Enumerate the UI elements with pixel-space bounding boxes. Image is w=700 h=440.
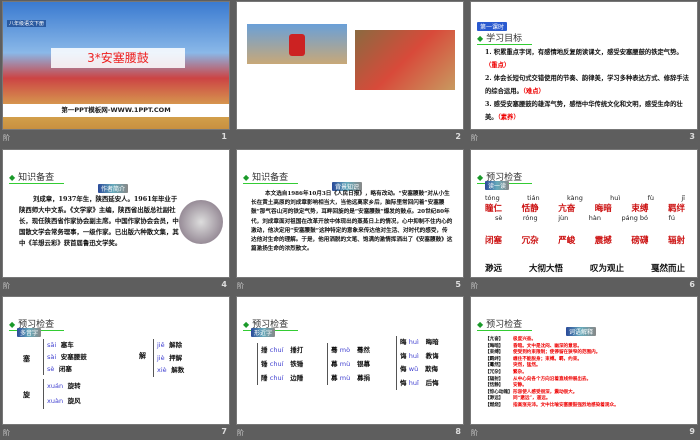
slide-footer-3: 阶3 [471, 132, 695, 142]
read-badge: 读一读 [485, 181, 510, 190]
definitions-badge: 词语解释 [566, 327, 597, 336]
group-mu: 蓦 mò 蓦然 幕 mù 银幕 募 mù 募捐 [327, 343, 370, 385]
slide-footer-5: 阶5 [237, 280, 461, 290]
objective-item: 3. 感受安塞腰鼓的雄浑气势，感悟中华传统文化和文明，感受生命的壮美。（素养） [485, 101, 683, 121]
char-xuan: 旋 [23, 390, 30, 399]
lesson-badge: 第一课时 [477, 22, 508, 31]
author-photo [179, 200, 223, 244]
slide-footer-4: 阶4 [3, 280, 227, 290]
definitions-list: 【亢奋】 极度兴奋。 【晦暗】 昏暗。文中是沈闷、幽深的意思。 【束缚】 使受到约束限制；… [485, 337, 691, 410]
slide-footer-1: 阶1 [3, 132, 227, 143]
animation-icon[interactable]: 阶 [3, 133, 10, 143]
slide-thumbnail-4[interactable]: ◆ 知识备查 作者简介 刘成章，1937年生，陕西延安人。1961年毕业于陕西师大… [3, 150, 229, 277]
group-chui: 捶 chuí 捶打 锤 chuí 铁锤 陲 chuí 边陲 [257, 343, 303, 385]
slide-footer-2: 2 [455, 132, 461, 141]
polyphone-badge: 多音字 [17, 328, 42, 337]
slide-thumbnail-8[interactable]: ◆ 预习检查 形近字 捶 chuí 捶打 锤 chuí 铁锤 陲 chuí 边陲 … [237, 297, 463, 424]
objective-item: 2. 体会长短句式交错使用的节奏、韵律美，学习多种表达方式、修辞手法的综合运用。… [485, 75, 689, 95]
slide-thumbnail-3[interactable]: 第一课时 ◆ 学习目标 1. 积累重点字词，有感情地反复朗读课文，感受安塞腰鼓的铁… [471, 2, 697, 129]
slide-thumbnail-9[interactable]: ◆ 预习检查 词语解释 【亢奋】 极度兴奋。 【晦暗】 昏暗。文中是沈闷、幽深的意思。【… [471, 297, 697, 424]
objectives-list: 1. 积累重点字词，有感情地反复朗读课文，感受安塞腰鼓的铁定气势。（重点） 2.… [485, 46, 691, 124]
definition-item: 【燃烧】 指高涨充沛。文中比喻安塞腰鼓强烈地感染着观众。 [485, 402, 619, 408]
group-xuan: xuán 旋转 xuàn 旋风 [43, 379, 81, 409]
group-hui: 晦 huì 晦暗 诲 huì 教诲 侮 wǔ 欺侮 悔 huǐ 后悔 [396, 336, 439, 390]
author-bio: 刘成章，1937年生，陕西延安人。1961年毕业于陕西师大中文系。《文学家》主编… [19, 195, 179, 247]
diamond-icon: ◆ [477, 34, 484, 43]
slide-footer-6: 阶6 [471, 280, 695, 290]
definition-item: 【渺远】 同“邈远”，遥远。 [485, 396, 551, 402]
photo-drum [247, 24, 347, 64]
slide-thumbnail-1[interactable]: 八年级语文下册 3*安塞腰鼓 第一PPT模板网-WWW.1PPT.COM [3, 2, 229, 129]
site-label: 第一PPT模板网-WWW.1PPT.COM [3, 104, 229, 117]
char-sai: 塞 [23, 354, 30, 363]
section-heading: ◆ 知识备查 [243, 170, 299, 184]
background-text: 本文选自1986年10月3日《人民日报》，略有改动。“安塞腰鼓”对从小生长在黄土… [251, 191, 453, 253]
book-label: 八年级语文下册 [7, 20, 47, 27]
group-jie: jiě 解除 jiè 押解 xiè 解数 [153, 339, 184, 377]
definition-item: 【蓦然】 突然，猛然。 [485, 363, 541, 369]
char-jie: 解 [139, 351, 146, 360]
definition-item: 【恬静】 安静。 [485, 383, 527, 389]
pinyin-grid: tóng tián kàng huì fù jī 瞳仁 恬静 亢奋 晦暗 束缚 羁绊 sè róng j… [485, 194, 685, 274]
photo-dancers [355, 30, 455, 90]
author-badge: 作者简介 [98, 184, 129, 193]
slide-thumbnail-5[interactable]: ◆ 知识备查 背景知识 本文选自1986年10月3日《人民日报》，略有改动。“安塞… [237, 150, 463, 277]
definition-item: 【冗杂】 繁杂。 [485, 369, 527, 375]
definition-item: 【亢奋】 极度兴奋。 [485, 337, 536, 342]
section-heading: ◆ 预习检查 [477, 317, 533, 331]
similar-chars-badge: 形近字 [251, 328, 276, 337]
slide-title: 3*安塞腰鼓 [51, 48, 185, 68]
slide-thumbnail-6[interactable]: ◆ 预习检查 读一读 tóng tián kàng huì fù jī 瞳仁 恬静 亢奋 晦暗 束缚… [471, 150, 697, 277]
definition-item: 【束缚】 使受到约束限制；使停留在狭窄的范围内。 [485, 350, 601, 356]
slide-thumbnail-2[interactable] [237, 2, 463, 129]
group-sai: sāi 塞车 sài 安塞腰鼓 sè 闭塞 [43, 339, 87, 375]
slide-thumbnail-7[interactable]: ◆ 预习检查 多音字 塞 sāi 塞车 sài 安塞腰鼓 sè 闭塞 旋 xuán… [3, 297, 229, 424]
section-heading: ◆ 学习目标 [477, 31, 533, 45]
section-heading: ◆ 知识备查 [9, 170, 65, 184]
objective-item: 1. 积累重点字词，有感情地反复朗读课文，感受安塞腰鼓的铁定气势。（重点） [485, 49, 683, 69]
